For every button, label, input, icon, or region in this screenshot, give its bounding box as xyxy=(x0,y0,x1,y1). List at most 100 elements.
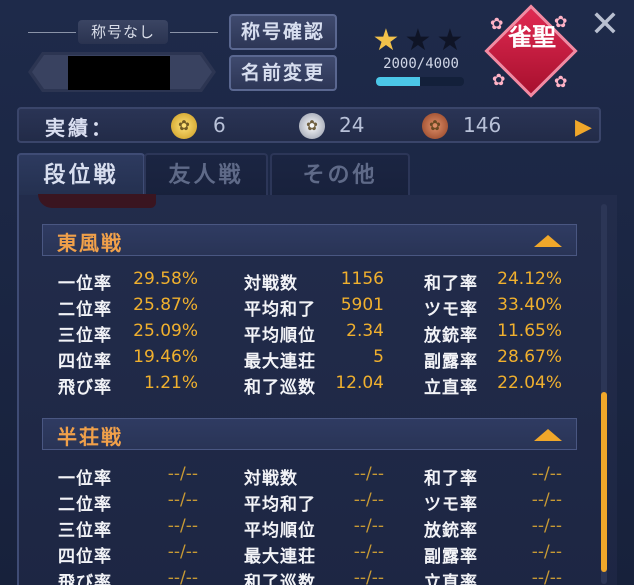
stat-label: 和了率 xyxy=(424,274,478,294)
stat-value: 11.65% xyxy=(497,321,562,341)
gold-medal-icon: ✿ xyxy=(171,113,197,139)
stat-value: --/-- xyxy=(167,568,198,585)
stat-label: 放銃率 xyxy=(424,521,478,541)
stat-label: 最大連荘 xyxy=(244,547,316,567)
stat-label: 和了巡数 xyxy=(244,378,316,398)
star-empty-icon: ★ xyxy=(436,23,464,58)
rank-badge: ✿ ✿ ✿ ✿ 雀聖 xyxy=(484,4,578,98)
stat-label: 飛び率 xyxy=(58,378,112,398)
stat-value: 19.46% xyxy=(133,347,198,367)
stat-label: 和了率 xyxy=(424,469,478,489)
bronze-medal-icon: ✿ xyxy=(422,113,448,139)
stat-value: 5 xyxy=(373,347,384,367)
stat-row: 三位率 25.09% 平均順位 2.34 放銃率 11.65% xyxy=(0,321,634,346)
achievements-bar: 実績： ✿ 6 ✿ 24 ✿ 146 ▶ xyxy=(17,107,601,143)
stat-label: 平均和了 xyxy=(244,300,316,320)
silver-medal-count: 24 xyxy=(339,113,365,137)
stat-label: ツモ率 xyxy=(424,300,478,320)
stat-row: 三位率 --/-- 平均順位 --/-- 放銃率 --/-- xyxy=(0,516,634,541)
stat-label: 三位率 xyxy=(58,326,112,346)
stat-value: 24.12% xyxy=(497,269,562,289)
stat-value: --/-- xyxy=(531,490,562,510)
chevron-up-icon[interactable] xyxy=(534,429,562,441)
stat-value: 1.21% xyxy=(143,373,198,393)
stat-label: ツモ率 xyxy=(424,495,478,515)
tab-ranked[interactable]: 段位戦 xyxy=(17,153,145,197)
stat-label: 四位率 xyxy=(58,352,112,372)
stat-value: 12.04 xyxy=(335,373,384,393)
stat-value: 33.40% xyxy=(497,295,562,315)
stat-row: 飛び率 --/-- 和了巡数 --/-- 立直率 --/-- xyxy=(0,568,634,585)
stat-label: 平均和了 xyxy=(244,495,316,515)
star-filled-icon: ★ xyxy=(372,23,400,58)
decorative-brush-stroke xyxy=(38,194,156,208)
gold-medal-count: 6 xyxy=(213,113,226,137)
scrollbar-thumb[interactable] xyxy=(601,392,607,572)
stat-value: --/-- xyxy=(167,516,198,536)
stat-label: 対戦数 xyxy=(244,469,298,489)
stat-row: 一位率 29.58% 対戦数 1156 和了率 24.12% xyxy=(0,269,634,294)
stat-value: --/-- xyxy=(531,568,562,585)
title-divider-right xyxy=(170,32,218,33)
stat-value: --/-- xyxy=(167,490,198,510)
chevron-right-icon[interactable]: ▶ xyxy=(575,115,592,140)
stat-label: 副露率 xyxy=(424,547,478,567)
rank-stars: ★ ★ ★ xyxy=(370,26,470,56)
stat-row: 四位率 --/-- 最大連荘 --/-- 副露率 --/-- xyxy=(0,542,634,567)
stat-value: --/-- xyxy=(353,490,384,510)
stat-label: 最大連荘 xyxy=(244,352,316,372)
stat-value: --/-- xyxy=(353,542,384,562)
star-empty-icon: ★ xyxy=(404,23,432,58)
tab-other[interactable]: その他 xyxy=(270,153,410,197)
stat-row: 一位率 --/-- 対戦数 --/-- 和了率 --/-- xyxy=(0,464,634,489)
stat-row: 飛び率 1.21% 和了巡数 12.04 立直率 22.04% xyxy=(0,373,634,398)
stat-value: 2.34 xyxy=(346,321,384,341)
stat-value: 1156 xyxy=(340,269,384,289)
stat-label: 二位率 xyxy=(58,495,112,515)
stat-label: 副露率 xyxy=(424,352,478,372)
stat-value: --/-- xyxy=(353,568,384,585)
stat-value: 22.04% xyxy=(497,373,562,393)
stat-label: 和了巡数 xyxy=(244,573,316,585)
exp-progress-bar xyxy=(376,77,464,86)
stat-label: 対戦数 xyxy=(244,274,298,294)
exp-progress-fill xyxy=(376,77,420,86)
south-section-title: 半荘戦 xyxy=(57,425,123,449)
stat-value: --/-- xyxy=(167,542,198,562)
petal-icon: ✿ xyxy=(554,72,568,91)
east-section-header[interactable]: 東風戦 xyxy=(42,224,577,256)
stat-value: --/-- xyxy=(353,464,384,484)
bronze-medal-count: 146 xyxy=(463,113,502,137)
exp-value: 2000/4000 xyxy=(383,56,459,72)
silver-medal-icon: ✿ xyxy=(299,113,325,139)
name-change-button[interactable]: 名前変更 xyxy=(229,55,337,91)
east-section-title: 東風戦 xyxy=(57,231,123,255)
stat-row: 四位率 19.46% 最大連荘 5 副露率 28.67% xyxy=(0,347,634,372)
tab-friends[interactable]: 友人戦 xyxy=(144,153,268,197)
close-icon[interactable]: ✕ xyxy=(588,7,622,43)
stat-value: 29.58% xyxy=(133,269,198,289)
stat-value: --/-- xyxy=(531,542,562,562)
stat-label: 平均順位 xyxy=(244,521,316,541)
stat-label: 三位率 xyxy=(58,521,112,541)
stat-value: 25.09% xyxy=(133,321,198,341)
chevron-up-icon[interactable] xyxy=(534,235,562,247)
player-stats-window: 称号なし 称号確認 名前変更 ★ ★ ★ 2000/4000 ✿ ✿ ✿ ✿ 雀聖 … xyxy=(0,0,634,585)
title-divider-left xyxy=(28,32,76,33)
stat-value: --/-- xyxy=(167,464,198,484)
title-label: 称号なし xyxy=(78,20,168,44)
achievements-label: 実績： xyxy=(45,116,114,140)
south-section-header[interactable]: 半荘戦 xyxy=(42,418,577,450)
stat-label: 立直率 xyxy=(424,378,478,398)
stat-row: 二位率 --/-- 平均和了 --/-- ツモ率 --/-- xyxy=(0,490,634,515)
stat-label: 飛び率 xyxy=(58,573,112,585)
stat-label: 二位率 xyxy=(58,300,112,320)
petal-icon: ✿ xyxy=(492,70,506,89)
title-check-button[interactable]: 称号確認 xyxy=(229,14,337,50)
stat-label: 平均順位 xyxy=(244,326,316,346)
stat-label: 四位率 xyxy=(58,547,112,567)
stat-label: 立直率 xyxy=(424,573,478,585)
stat-label: 一位率 xyxy=(58,274,112,294)
stat-value: 28.67% xyxy=(497,347,562,367)
stat-value: --/-- xyxy=(353,516,384,536)
